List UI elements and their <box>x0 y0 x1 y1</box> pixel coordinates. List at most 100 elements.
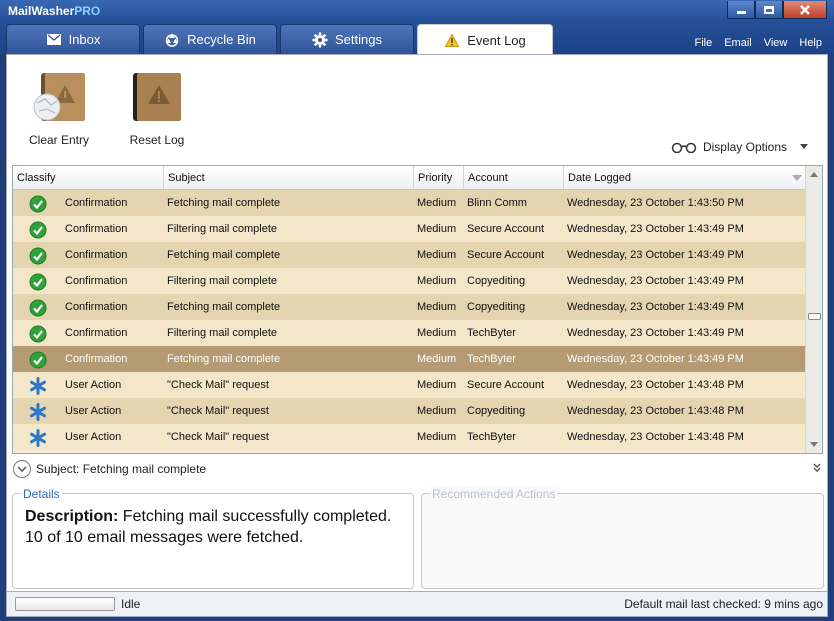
app-title: MailWasherPRO <box>8 4 100 18</box>
check-icon <box>29 195 47 213</box>
recommended-actions-panel: Recommended Actions <box>421 487 824 589</box>
chevron-down-icon <box>800 144 808 149</box>
cell-date-logged: Wednesday, 23 October 1:43:48 PM <box>567 379 744 391</box>
close-icon <box>800 4 810 15</box>
event-log-panel: Clear Entry Reset Log Display Options Cl… <box>6 54 828 592</box>
description-text: Description: Fetching mail successfully … <box>25 506 410 548</box>
cell-account: Secure Account <box>467 223 545 235</box>
menu-view[interactable]: View <box>758 33 794 52</box>
cell-classify: User Action <box>65 405 122 417</box>
maximize-button[interactable] <box>755 1 783 19</box>
details-panel: Details Description: Fetching mail succe… <box>12 487 414 589</box>
cell-date-logged: Wednesday, 23 October 1:43:48 PM <box>567 431 744 443</box>
tab-settings[interactable]: Settings <box>280 24 414 54</box>
column-header-classify[interactable]: Classify <box>13 166 164 190</box>
check-icon <box>29 247 47 265</box>
tab-event-log[interactable]: Event Log <box>417 24 553 55</box>
check-icon <box>29 273 47 291</box>
table-row[interactable]: Confirmation Fetching mail complete Medium… <box>13 294 806 320</box>
cell-priority: Medium <box>417 327 457 339</box>
check-icon <box>29 221 47 239</box>
cell-classify: Confirmation <box>65 197 128 209</box>
reset-log-button[interactable]: Reset Log <box>125 69 189 147</box>
expand-circle-icon[interactable] <box>13 460 31 478</box>
minimize-icon <box>736 11 746 14</box>
vertical-scrollbar[interactable] <box>805 166 822 453</box>
cell-priority: Medium <box>417 275 457 287</box>
cell-priority: Medium <box>417 249 457 261</box>
cell-date-logged: Wednesday, 23 October 1:43:49 PM <box>567 223 744 235</box>
description-label: Description: <box>25 508 119 525</box>
check-icon <box>29 351 47 369</box>
asterisk-icon <box>29 403 47 421</box>
clear-entry-button[interactable]: Clear Entry <box>27 69 91 147</box>
column-header-subject[interactable]: Subject <box>164 166 414 190</box>
table-row[interactable]: Confirmation Filtering mail complete Mediu… <box>13 216 806 242</box>
cell-classify: Confirmation <box>65 223 128 235</box>
cell-date-logged: Wednesday, 23 October 1:43:49 PM <box>567 353 744 365</box>
menu-email[interactable]: Email <box>718 33 758 52</box>
cell-account: Blinn Comm <box>467 197 527 209</box>
cell-classify: Confirmation <box>65 275 128 287</box>
table-row[interactable]: Confirmation Fetching mail complete Medium… <box>13 346 806 372</box>
table-row[interactable]: User Action "Check Mail" request Medium Tec… <box>13 424 806 450</box>
subject-expander[interactable]: Subject: Fetching mail complete <box>13 460 206 478</box>
minimize-button[interactable] <box>727 1 755 19</box>
cell-classify: Confirmation <box>65 249 128 261</box>
table-row[interactable]: Confirmation Fetching mail complete Medium… <box>13 242 806 268</box>
cell-subject: Fetching mail complete <box>167 301 281 313</box>
recommended-actions-title: Recommended Actions <box>430 487 558 501</box>
menu-help[interactable]: Help <box>793 33 828 52</box>
clear-entry-icon <box>27 69 91 125</box>
cell-priority: Medium <box>417 197 457 209</box>
column-header-priority[interactable]: Priority <box>414 166 464 190</box>
tab-settings-label: Settings <box>335 32 382 47</box>
window-controls <box>727 1 827 19</box>
cell-subject: Fetching mail complete <box>167 249 281 261</box>
cell-account: TechByter <box>467 353 516 365</box>
cell-account: TechByter <box>467 431 516 443</box>
cell-date-logged: Wednesday, 23 October 1:43:50 PM <box>567 197 744 209</box>
double-chevron-down-icon[interactable] <box>813 463 821 472</box>
display-options-button[interactable]: Display Options <box>671 140 809 154</box>
table-row[interactable]: Confirmation Filtering mail complete Mediu… <box>13 320 806 346</box>
menu-file[interactable]: File <box>688 33 718 52</box>
cell-subject: Filtering mail complete <box>167 223 278 235</box>
scrollbar-thumb[interactable] <box>808 313 821 320</box>
app-title-main: MailWasher <box>8 4 75 18</box>
table-row[interactable]: User Action "Check Mail" request Medium Sec… <box>13 372 806 398</box>
reset-log-label: Reset Log <box>129 133 185 147</box>
last-checked-text: Default mail last checked: 9 mins ago <box>624 597 823 611</box>
column-header-account[interactable]: Account <box>464 166 564 190</box>
scroll-down-icon[interactable] <box>810 442 818 447</box>
asterisk-icon <box>29 377 47 395</box>
cell-priority: Medium <box>417 431 457 443</box>
maximize-icon <box>764 5 774 14</box>
asterisk-icon <box>29 429 47 447</box>
cell-classify: User Action <box>65 431 122 443</box>
main-tabs: Inbox Recycle Bin Settings Event Log <box>6 24 556 55</box>
subject-line-text: Subject: Fetching mail complete <box>36 462 207 476</box>
check-icon <box>29 299 47 317</box>
status-bar: Idle Default mail last checked: 9 mins a… <box>6 592 828 617</box>
cell-subject: "Check Mail" request <box>167 431 269 443</box>
tab-inbox[interactable]: Inbox <box>6 24 140 54</box>
cell-account: Copyediting <box>467 405 526 417</box>
table-row[interactable]: User Action "Check Mail" request Medium Cop… <box>13 398 806 424</box>
column-header-date-logged[interactable]: Date Logged <box>564 166 806 190</box>
gear-icon <box>312 32 328 48</box>
column-header-date-logged-label: Date Logged <box>568 172 631 184</box>
status-text: Idle <box>121 597 141 611</box>
cell-date-logged: Wednesday, 23 October 1:43:49 PM <box>567 249 744 261</box>
cell-date-logged: Wednesday, 23 October 1:43:49 PM <box>567 301 744 313</box>
close-button[interactable] <box>783 1 827 19</box>
event-log-table: Classify Subject Priority Account Date L… <box>12 165 823 454</box>
tab-recycle-bin[interactable]: Recycle Bin <box>143 24 277 54</box>
details-title: Details <box>21 487 62 501</box>
table-row[interactable]: Confirmation Filtering mail complete Mediu… <box>13 268 806 294</box>
table-row[interactable]: Confirmation Fetching mail complete Medium… <box>13 190 806 216</box>
tab-inbox-label: Inbox <box>68 32 101 47</box>
display-options-label: Display Options <box>702 140 787 154</box>
scroll-up-icon[interactable] <box>810 172 818 177</box>
recycle-icon <box>164 32 180 48</box>
